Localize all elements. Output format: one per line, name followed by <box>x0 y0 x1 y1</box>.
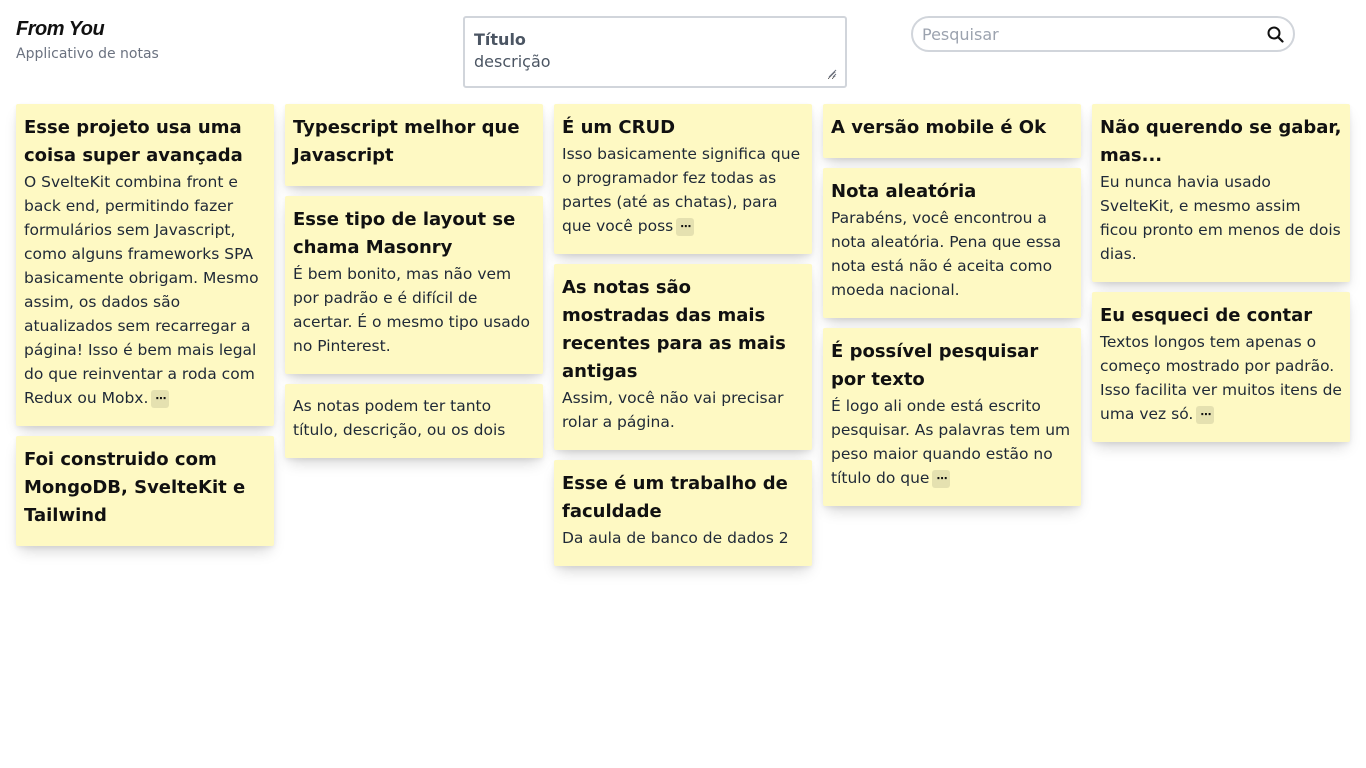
note-card[interactable]: As notas são mostradas das mais recentes… <box>554 264 812 450</box>
expand-note-button[interactable]: ⋯ <box>1196 406 1215 424</box>
note-title: É possível pesquisar por texto <box>831 341 1039 390</box>
new-note-form <box>463 16 847 88</box>
expand-note-button[interactable]: ⋯ <box>676 218 695 236</box>
search-icon <box>1267 26 1284 43</box>
search-bar <box>911 16 1295 52</box>
note-card[interactable]: Esse projeto usa uma coisa super avançad… <box>16 104 274 426</box>
notes-column: Não querendo se gabar, mas... Eu nunca ha… <box>1092 104 1350 566</box>
notes-column: Typescript melhor que Javascript Esse tip… <box>285 104 543 566</box>
note-title: Esse é um trabalho de faculdade <box>562 473 788 522</box>
notes-column: A versão mobile é Ok Nota aleatória Parabé… <box>823 104 1081 566</box>
note-card[interactable]: Eu esqueci de contar Textos longos tem ap… <box>1092 292 1350 442</box>
notes-column: É um CRUD Isso basicamente significa que … <box>554 104 812 566</box>
note-description: Isso basicamente significa que o program… <box>562 142 804 238</box>
note-title: É um CRUD <box>562 117 676 138</box>
note-description-text: Textos longos tem apenas o começo mostra… <box>1100 333 1342 423</box>
notes-column: Esse projeto usa uma coisa super avançad… <box>16 104 274 566</box>
note-description-input[interactable] <box>474 52 836 80</box>
note-card[interactable]: As notas podem ter tanto título, descriç… <box>285 384 543 458</box>
note-description-text: Eu nunca havia usado SvelteKit, e mesmo … <box>1100 173 1341 263</box>
note-description-text: O SvelteKit combina front e back end, pe… <box>24 173 259 407</box>
expand-note-button[interactable]: ⋯ <box>932 470 951 488</box>
note-description: É logo ali onde está escrito pesquisar. … <box>831 394 1073 490</box>
note-description: Eu nunca havia usado SvelteKit, e mesmo … <box>1100 170 1342 266</box>
note-title: Nota aleatória <box>831 181 977 202</box>
note-title: Esse tipo de layout se chama Masonry <box>293 209 516 258</box>
resize-grip-icon[interactable] <box>828 69 837 78</box>
note-description: É bem bonito, mas não vem por padrão e é… <box>293 262 535 358</box>
note-description: O SvelteKit combina front e back end, pe… <box>24 170 266 410</box>
note-description: Da aula de banco de dados 2 <box>562 526 804 550</box>
note-card[interactable]: Foi construido com MongoDB, SvelteKit e … <box>16 436 274 546</box>
note-card[interactable]: Typescript melhor que Javascript <box>285 104 543 186</box>
note-title: Esse projeto usa uma coisa super avançad… <box>24 117 243 166</box>
app-subtitle: Applicativo de notas <box>16 46 159 62</box>
note-card[interactable]: Esse é um trabalho de faculdade Da aula d… <box>554 460 812 566</box>
expand-note-button[interactable]: ⋯ <box>151 390 170 408</box>
note-description-text: Da aula de banco de dados 2 <box>562 529 789 547</box>
note-card[interactable]: É um CRUD Isso basicamente significa que … <box>554 104 812 254</box>
note-description-text: É bem bonito, mas não vem por padrão e é… <box>293 265 531 355</box>
note-title: Eu esqueci de contar <box>1100 305 1313 326</box>
note-description: Textos longos tem apenas o começo mostra… <box>1100 330 1342 426</box>
note-description-text: As notas podem ter tanto título, descriç… <box>293 397 506 439</box>
note-card[interactable]: Esse tipo de layout se chama Masonry É be… <box>285 196 543 374</box>
search-input[interactable] <box>922 24 1265 44</box>
note-card[interactable]: É possível pesquisar por texto É logo ali… <box>823 328 1081 506</box>
app-title: From You <box>16 18 105 40</box>
note-card[interactable]: Nota aleatória Parabéns, você encontrou a… <box>823 168 1081 318</box>
note-description-text: É logo ali onde está escrito pesquisar. … <box>831 397 1071 487</box>
note-title: A versão mobile é Ok <box>831 117 1047 138</box>
note-card[interactable]: A versão mobile é Ok <box>823 104 1081 158</box>
note-description-text: Parabéns, você encontrou a nota aleatóri… <box>831 209 1062 299</box>
note-card[interactable]: Não querendo se gabar, mas... Eu nunca ha… <box>1092 104 1350 282</box>
note-title: Typescript melhor que Javascript <box>293 117 520 166</box>
notes-masonry-grid: Esse projeto usa uma coisa super avançad… <box>16 104 1350 566</box>
brand: From You Applicativo de notas <box>16 18 159 62</box>
note-title: As notas são mostradas das mais recentes… <box>562 277 786 382</box>
note-description: Parabéns, você encontrou a nota aleatóri… <box>831 206 1073 302</box>
note-description: As notas podem ter tanto título, descriç… <box>293 394 535 442</box>
search-button[interactable] <box>1265 24 1285 44</box>
note-description-text: Assim, você não vai precisar rolar a pág… <box>562 389 784 431</box>
note-description: Assim, você não vai precisar rolar a pág… <box>562 386 804 434</box>
note-title: Foi construido com MongoDB, SvelteKit e … <box>24 449 246 526</box>
note-title-input[interactable] <box>474 28 836 50</box>
note-title: Não querendo se gabar, mas... <box>1100 117 1342 166</box>
